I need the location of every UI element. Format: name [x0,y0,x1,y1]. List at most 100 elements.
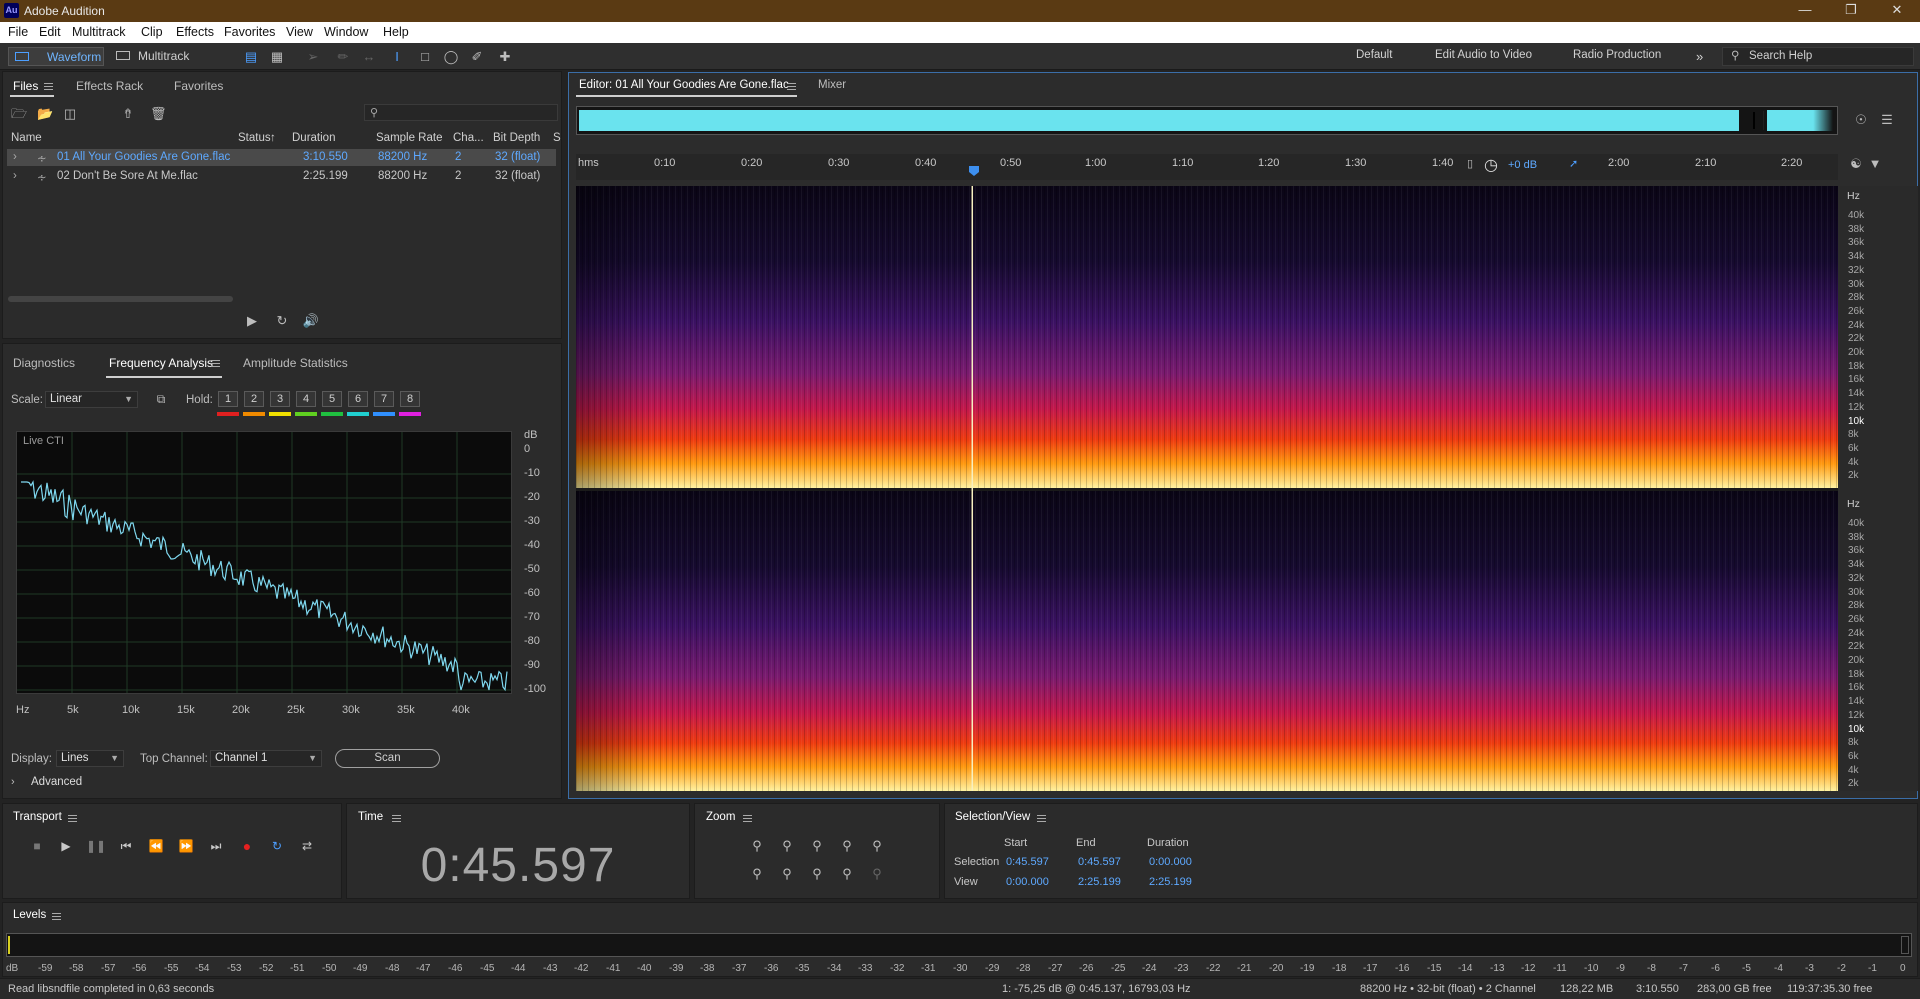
marquee-tool-icon[interactable]: □ [416,49,434,65]
zoom-out-amplitude-icon[interactable]: ⚲ [778,838,796,854]
multitrack-view-button[interactable]: Multitrack [112,47,196,66]
view-start[interactable]: 0:00.000 [1006,876,1049,888]
menu-help[interactable]: Help [383,25,409,39]
close-button[interactable]: ✕ [1874,0,1920,22]
hold-button-7[interactable]: 7 [374,391,394,407]
zoom-in-time-icon[interactable]: ⚲ [808,838,826,854]
col-sample-rate[interactable]: Sample Rate [376,132,442,144]
search-help-field[interactable]: ⚲ Search Help [1722,47,1914,66]
spectral-display-icon[interactable]: ▦ [268,49,286,65]
col-channels[interactable]: Cha... [453,132,484,144]
slip-tool-icon[interactable]: ↔ [360,49,378,65]
time-menu-icon[interactable] [392,815,401,822]
zoom-in-left-icon[interactable]: ⚲ [808,866,826,882]
snap-icon[interactable]: ▼ [1868,156,1882,172]
clip-indicator[interactable] [1901,936,1909,954]
hold-button-4[interactable]: 4 [296,391,316,407]
expand-icon[interactable]: › [13,170,17,182]
analysis-panel-menu-icon[interactable] [211,360,220,367]
menu-favorites[interactable]: Favorites [224,25,275,39]
panel-options-icon[interactable]: ☰ [1878,112,1896,128]
selection-end[interactable]: 0:45.597 [1078,856,1121,868]
insert-into-multitrack-icon[interactable]: ⇮ [120,106,136,122]
editor-panel-menu-icon[interactable] [787,83,796,90]
menu-file[interactable]: File [8,25,28,39]
levels-menu-icon[interactable] [52,913,61,920]
play-icon[interactable]: ▶ [55,838,77,854]
open-file-icon[interactable]: 🗁 [11,106,27,122]
playhead-marker[interactable] [969,166,979,176]
zoom-in-amplitude-icon[interactable]: ⚲ [748,838,766,854]
file-row[interactable]: › ∻ 01 All Your Goodies Are Gone.flac 3:… [7,149,556,166]
zoom-selection-icon[interactable]: ⚲ [778,866,796,882]
menu-multitrack[interactable]: Multitrack [72,25,125,39]
skip-to-end-icon[interactable]: ⏭ [205,838,227,854]
stop-icon[interactable]: ■ [26,838,48,854]
healing-tool-icon[interactable]: ✚ [496,49,514,65]
file-row[interactable]: › ∻ 02 Don't Be Sore At Me.flac 2:25.199… [7,168,556,185]
zoom-in-right-icon[interactable]: ⚲ [838,866,856,882]
auto-play-icon[interactable]: 🔊 [301,313,321,329]
hold-button-2[interactable]: 2 [244,391,264,407]
selection-duration[interactable]: 0:00.000 [1149,856,1192,868]
pause-icon[interactable]: ❚❚ [85,838,107,854]
menu-view[interactable]: View [286,25,313,39]
top-channel-dropdown[interactable]: Channel 1 ▼ [210,750,322,767]
view-end[interactable]: 2:25.199 [1078,876,1121,888]
view-duration[interactable]: 2:25.199 [1149,876,1192,888]
skip-selection-icon[interactable]: ⇄ [296,838,318,854]
menu-clip[interactable]: Clip [141,25,163,39]
overview-waveform[interactable] [576,106,1838,135]
hold-button-8[interactable]: 8 [400,391,420,407]
tab-files[interactable]: Files [13,79,38,93]
col-duration[interactable]: Duration [292,132,335,144]
workspace-default[interactable]: Default [1356,49,1392,61]
tab-amplitude-statistics[interactable]: Amplitude Statistics [243,356,348,370]
advanced-section[interactable]: Advanced [31,776,82,788]
loop-preview-icon[interactable]: ↻ [273,313,291,329]
scan-button[interactable]: Scan [335,749,440,768]
selection-view-menu-icon[interactable] [1037,815,1046,822]
hold-button-5[interactable]: 5 [322,391,342,407]
hold-button-3[interactable]: 3 [270,391,290,407]
record-icon[interactable]: ● [236,838,258,854]
more-workspaces-icon[interactable]: » [1696,49,1703,64]
timeline-ruler[interactable]: hms 0:10 0:20 0:30 0:40 0:50 1:00 1:10 1:20 1:30 1… [576,154,1838,180]
tab-frequency-analysis[interactable]: Frequency Analysis [109,356,213,370]
advanced-expand-icon[interactable]: › [11,776,15,788]
maximize-button[interactable]: ❐ [1828,0,1874,22]
razor-tool-icon[interactable]: ✏ [334,49,352,65]
files-panel-menu-icon[interactable] [44,83,53,90]
selection-start[interactable]: 0:45.597 [1006,856,1049,868]
hold-button-6[interactable]: 6 [348,391,368,407]
new-file-icon[interactable]: ◫ [62,106,78,122]
time-display[interactable]: 0:45.597 [346,838,690,893]
waveform-display-icon[interactable]: ▤ [242,49,260,65]
tab-diagnostics[interactable]: Diagnostics [13,356,75,370]
time-selection-tool-icon[interactable]: I [388,49,406,65]
zoom-out-time-icon[interactable]: ⚲ [838,838,856,854]
col-name[interactable]: Name [11,132,42,144]
display-dropdown[interactable]: Lines ▼ [56,750,124,767]
zoom-full-icon[interactable]: ⚲ [868,838,886,854]
tab-editor[interactable]: Editor: 01 All Your Goodies Are Gone.fla… [579,79,789,91]
hold-button-1[interactable]: 1 [218,391,238,407]
zoom-to-selection-icon[interactable]: ☉ [1852,112,1870,128]
loop-playback-icon[interactable]: ↻ [266,838,288,854]
workspace-edit-audio-to-video[interactable]: Edit Audio to Video [1435,49,1532,61]
tab-effects-rack[interactable]: Effects Rack [76,79,143,93]
files-search-input[interactable]: ⚲ [364,104,558,121]
copy-to-clipboard-icon[interactable]: ⧉ [153,391,169,407]
import-file-icon[interactable]: 📂 [37,106,53,122]
spectrogram[interactable] [576,186,1838,791]
fast-forward-icon[interactable]: ⏩ [175,838,197,854]
col-status[interactable]: Status [238,132,271,144]
transport-menu-icon[interactable] [68,815,77,822]
play-preview-icon[interactable]: ▶ [244,313,260,329]
scale-dropdown[interactable]: Linear ▼ [45,391,138,408]
col-extra[interactable]: S [553,132,561,144]
lasso-tool-icon[interactable]: ◯ [442,49,460,65]
tab-favorites[interactable]: Favorites [174,79,223,93]
waveform-view-button[interactable]: Waveform [8,47,104,66]
rewind-icon[interactable]: ⏪ [145,838,167,854]
